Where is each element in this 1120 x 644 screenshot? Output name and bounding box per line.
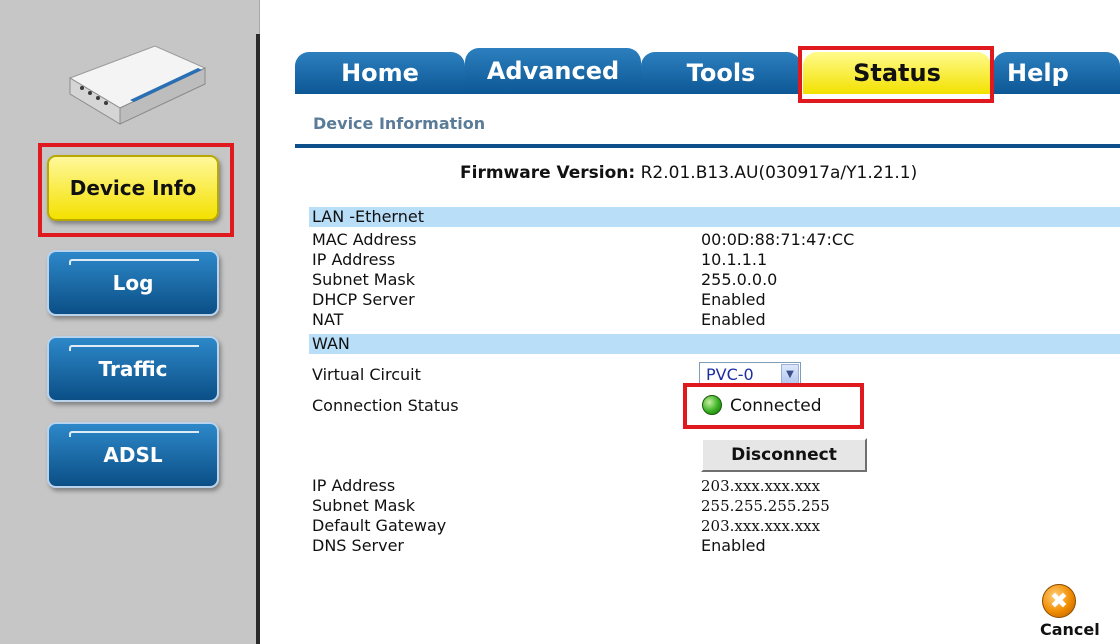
- router-device-icon: [68, 45, 207, 125]
- firmware-version: Firmware Version: R2.01.B13.AU(030917a/Y…: [460, 163, 917, 183]
- sidebar-item-label: Traffic: [98, 357, 168, 381]
- row-label: DHCP Server: [312, 290, 415, 309]
- connection-status-value: Connected: [730, 396, 822, 416]
- cancel-icon[interactable]: ✖: [1042, 584, 1076, 618]
- sidebar-item-label: Device Info: [69, 176, 197, 200]
- sidebar-item-device-info[interactable]: Device Info: [47, 155, 219, 221]
- row-value: Enabled: [701, 310, 766, 329]
- row-label: Subnet Mask: [312, 496, 416, 515]
- row-value: 203.xxx.xxx.xxx: [701, 477, 821, 495]
- virtual-circuit-label: Virtual Circuit: [312, 365, 421, 384]
- main-content: Device Information Firmware Version: R2.…: [297, 104, 1120, 644]
- row-value: 255.255.255.255: [701, 497, 830, 515]
- tab-status[interactable]: Status: [803, 52, 991, 94]
- sidebar-item-label: ADSL: [103, 443, 163, 467]
- row-value: Enabled: [701, 290, 766, 309]
- disconnect-button[interactable]: Disconnect: [701, 438, 867, 472]
- tab-home[interactable]: Home: [295, 52, 465, 94]
- tab-bar: Home Advanced Tools Status Help: [293, 48, 1120, 148]
- green-led-icon: [702, 395, 722, 415]
- row-value: 00:0D:88:71:47:CC: [701, 230, 855, 249]
- sidebar: Device Info Log Traffic ADSL: [0, 0, 260, 644]
- chevron-down-icon[interactable]: ▼: [781, 364, 799, 384]
- tab-label: Home: [341, 59, 419, 87]
- select-value: PVC-0: [706, 364, 754, 384]
- row-value: Enabled: [701, 536, 766, 555]
- row-value: 10.1.1.1: [701, 250, 768, 269]
- row-label: DNS Server: [312, 536, 404, 555]
- cancel-button-label[interactable]: Cancel: [1040, 620, 1100, 639]
- row-label: NAT: [312, 310, 344, 329]
- row-value: 203.xxx.xxx.xxx: [701, 517, 821, 535]
- tab-help[interactable]: Help: [993, 52, 1120, 94]
- sidebar-item-traffic[interactable]: Traffic: [47, 336, 219, 402]
- connection-status-label: Connection Status: [312, 396, 459, 415]
- button-shine: [69, 345, 199, 351]
- row-label: IP Address: [312, 476, 396, 495]
- tab-advanced[interactable]: Advanced: [465, 48, 641, 94]
- firmware-label: Firmware Version:: [460, 163, 636, 183]
- row-label: MAC Address: [312, 230, 417, 249]
- sidebar-item-label: Log: [112, 271, 154, 295]
- row-label: Default Gateway: [312, 516, 447, 535]
- firmware-value: R2.01.B13.AU(030917a/Y1.21.1): [640, 163, 918, 183]
- tab-label: Status: [853, 59, 941, 87]
- button-shine: [69, 431, 199, 437]
- row-value: 255.0.0.0: [701, 270, 778, 289]
- page-title: Device Information: [313, 114, 486, 133]
- vertical-divider: [256, 34, 260, 644]
- sidebar-item-adsl[interactable]: ADSL: [47, 422, 219, 488]
- tab-label: Tools: [686, 59, 756, 87]
- sidebar-item-log[interactable]: Log: [47, 250, 219, 316]
- row-label: Subnet Mask: [312, 270, 416, 289]
- button-shine: [69, 259, 199, 265]
- row-label: IP Address: [312, 250, 396, 269]
- tab-label: Help: [1007, 59, 1069, 87]
- section-header-lan: LAN -Ethernet: [309, 207, 1120, 227]
- section-header-wan: WAN: [309, 334, 1120, 354]
- tab-label: Advanced: [486, 57, 620, 85]
- tab-tools[interactable]: Tools: [641, 52, 801, 94]
- virtual-circuit-select[interactable]: PVC-0 ▼: [699, 362, 801, 386]
